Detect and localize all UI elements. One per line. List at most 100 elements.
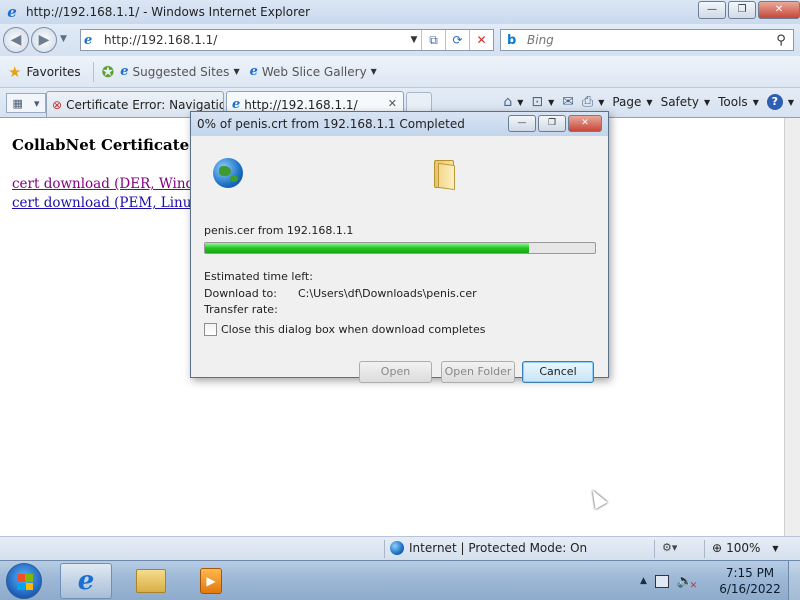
close-button[interactable]: ✕ [758,1,800,19]
add-to-favorites-bar-icon[interactable]: ✪ [102,63,115,81]
clock-time: 7:15 PM [725,566,775,580]
status-separator [384,540,385,558]
taskbar-internet-explorer[interactable]: e [60,563,112,599]
favorites-link-label: Web Slice Gallery [261,64,367,79]
status-separator [654,540,655,558]
favorites-bar: ★ Favorites ✪ e Suggested Sites ▼ e Web … [0,56,800,88]
tab-list-dropdown-icon[interactable]: ▾ [34,97,40,110]
feeds-button[interactable]: ⊡ ▼ [531,94,554,110]
search-box[interactable]: b ⚲ [500,29,794,51]
chevron-down-icon: ▼ [752,97,759,107]
ie-page-icon: e [120,64,129,79]
taskbar: e ▶ ▲ 🔈 ✕ 7:15 PM 6/16/2022 [0,560,800,600]
zoom-icon: ⊕ [712,541,723,555]
home-button[interactable]: ⌂ ▼ [503,94,523,110]
volume-muted-icon[interactable]: 🔈 ✕ [677,574,697,591]
download-progress-bar [204,242,596,254]
globe-icon [213,158,243,188]
ie-icon: e [77,566,95,596]
page-title: CollabNet Certificates [12,136,198,154]
network-icon[interactable] [654,574,669,588]
window-controls: — ❐ ✕ [698,1,800,19]
tab-label: http://192.168.1.1/ [244,97,358,112]
stop-icon[interactable]: ✕ [469,30,493,50]
vertical-scrollbar[interactable] [784,118,800,536]
dialog-titlebar[interactable]: 0% of penis.crt from 192.168.1.1 Complet… [191,112,608,136]
chevron-down-icon[interactable]: ▼ [772,544,778,553]
star-icon: ★ [8,62,22,81]
estimated-time-label: Estimated time left: [204,270,313,283]
dialog-maximize-button[interactable]: ❐ [538,115,566,132]
print-button[interactable]: ⎙ ▼ [582,94,604,110]
chevron-down-icon: ▼ [370,67,377,76]
compatibility-view-icon[interactable]: ⧉ [421,30,445,50]
dialog-window-controls: — ❐ ✕ [508,115,602,132]
protected-mode-settings-icon[interactable]: ⚙▾ [662,541,677,554]
ie-page-icon: e [232,97,241,112]
safety-menu[interactable]: Safety ▼ [661,95,711,109]
chevron-down-icon: ▼ [646,97,653,107]
start-button[interactable] [6,563,42,599]
address-dropdown-icon[interactable]: ▼ [407,35,421,45]
show-desktop-button[interactable] [788,561,800,600]
clock[interactable]: 7:15 PM 6/16/2022 [718,565,782,597]
window-title: http://192.168.1.1/ - Windows Internet E… [26,5,311,19]
tools-menu-label: Tools [718,95,748,109]
safety-menu-label: Safety [660,95,699,109]
status-separator [704,540,705,558]
show-hidden-icons-icon[interactable]: ▲ [640,576,647,586]
dialog-close-button[interactable]: ✕ [568,115,602,132]
ie-page-icon: e [84,32,93,48]
forward-button[interactable]: ▶ [31,27,57,53]
ie-page-icon: e [249,64,258,79]
read-mail-button[interactable]: ✉ [562,94,574,110]
checkbox-box[interactable] [204,323,217,336]
certificate-error-icon: ⊗ [52,97,63,112]
page-menu-label: Page [612,95,642,109]
minimize-button[interactable]: — [698,1,726,19]
tools-menu[interactable]: Tools ▼ [718,95,759,109]
open-button[interactable]: Open [359,361,432,383]
quick-tabs-button[interactable]: ▦ ▾ [6,93,46,113]
tab-close-icon[interactable]: ✕ [388,97,397,110]
address-url[interactable]: http://192.168.1.1/ [104,33,407,47]
maximize-button[interactable]: ❐ [728,1,756,19]
favorites-button[interactable]: ★ Favorites [8,63,81,81]
clock-date: 6/16/2022 [719,582,781,596]
download-file-line: penis.cer from 192.168.1.1 [204,224,354,237]
quick-tabs-icon: ▦ [12,96,23,110]
windows-logo-icon [17,574,33,590]
favorites-link-suggested-sites[interactable]: e Suggested Sites ▼ [120,64,239,79]
favorites-separator [92,61,94,82]
back-button[interactable]: ◀ [3,27,29,53]
taskbar-windows-explorer[interactable] [125,563,177,599]
cancel-button[interactable]: Cancel [522,361,594,383]
page-menu[interactable]: Page ▼ [612,95,652,109]
recent-pages-dropdown[interactable]: ▼ [60,34,67,44]
dialog-minimize-button[interactable]: — [508,115,536,132]
dialog-title: 0% of penis.crt from 192.168.1.1 Complet… [197,117,465,131]
open-folder-button[interactable]: Open Folder [441,361,515,383]
search-input[interactable] [527,33,769,47]
cert-download-pem-link[interactable]: cert download (PEM, Linux) [12,195,204,211]
favorites-link-web-slice-gallery[interactable]: e Web Slice Gallery ▼ [250,64,377,79]
security-zone-label: Internet | Protected Mode: On [409,541,588,555]
transfer-rate-label: Transfer rate: [204,303,278,316]
help-menu[interactable]: ? ▼ [766,94,794,110]
taskbar-media-player[interactable]: ▶ [185,563,237,599]
address-bar[interactable]: e http://192.168.1.1/ ▼ ⧉ ⟳ ✕ [80,29,494,51]
chevron-down-icon: ▼ [703,97,711,107]
search-icon[interactable]: ⚲ [769,33,793,48]
chevron-down-icon[interactable]: ▼ [517,98,523,107]
address-row: ◀ ▶ ▼ e http://192.168.1.1/ ▼ ⧉ ⟳ ✕ b ⚲ [0,24,800,56]
bing-icon: b [507,32,517,48]
home-icon: ⌂ [503,94,513,110]
zoom-control[interactable]: ⊕ 100% ▼ [712,541,779,555]
chevron-down-icon[interactable]: ▼ [598,98,604,107]
chevron-down-icon[interactable]: ▼ [548,98,554,107]
close-on-complete-checkbox[interactable]: Close this dialog box when download comp… [204,323,485,336]
dialog-body: penis.cer from 192.168.1.1 Estimated tim… [191,136,608,383]
refresh-icon[interactable]: ⟳ [445,30,469,50]
chevron-down-icon: ▼ [233,67,240,76]
security-zone[interactable]: Internet | Protected Mode: On [390,541,587,555]
